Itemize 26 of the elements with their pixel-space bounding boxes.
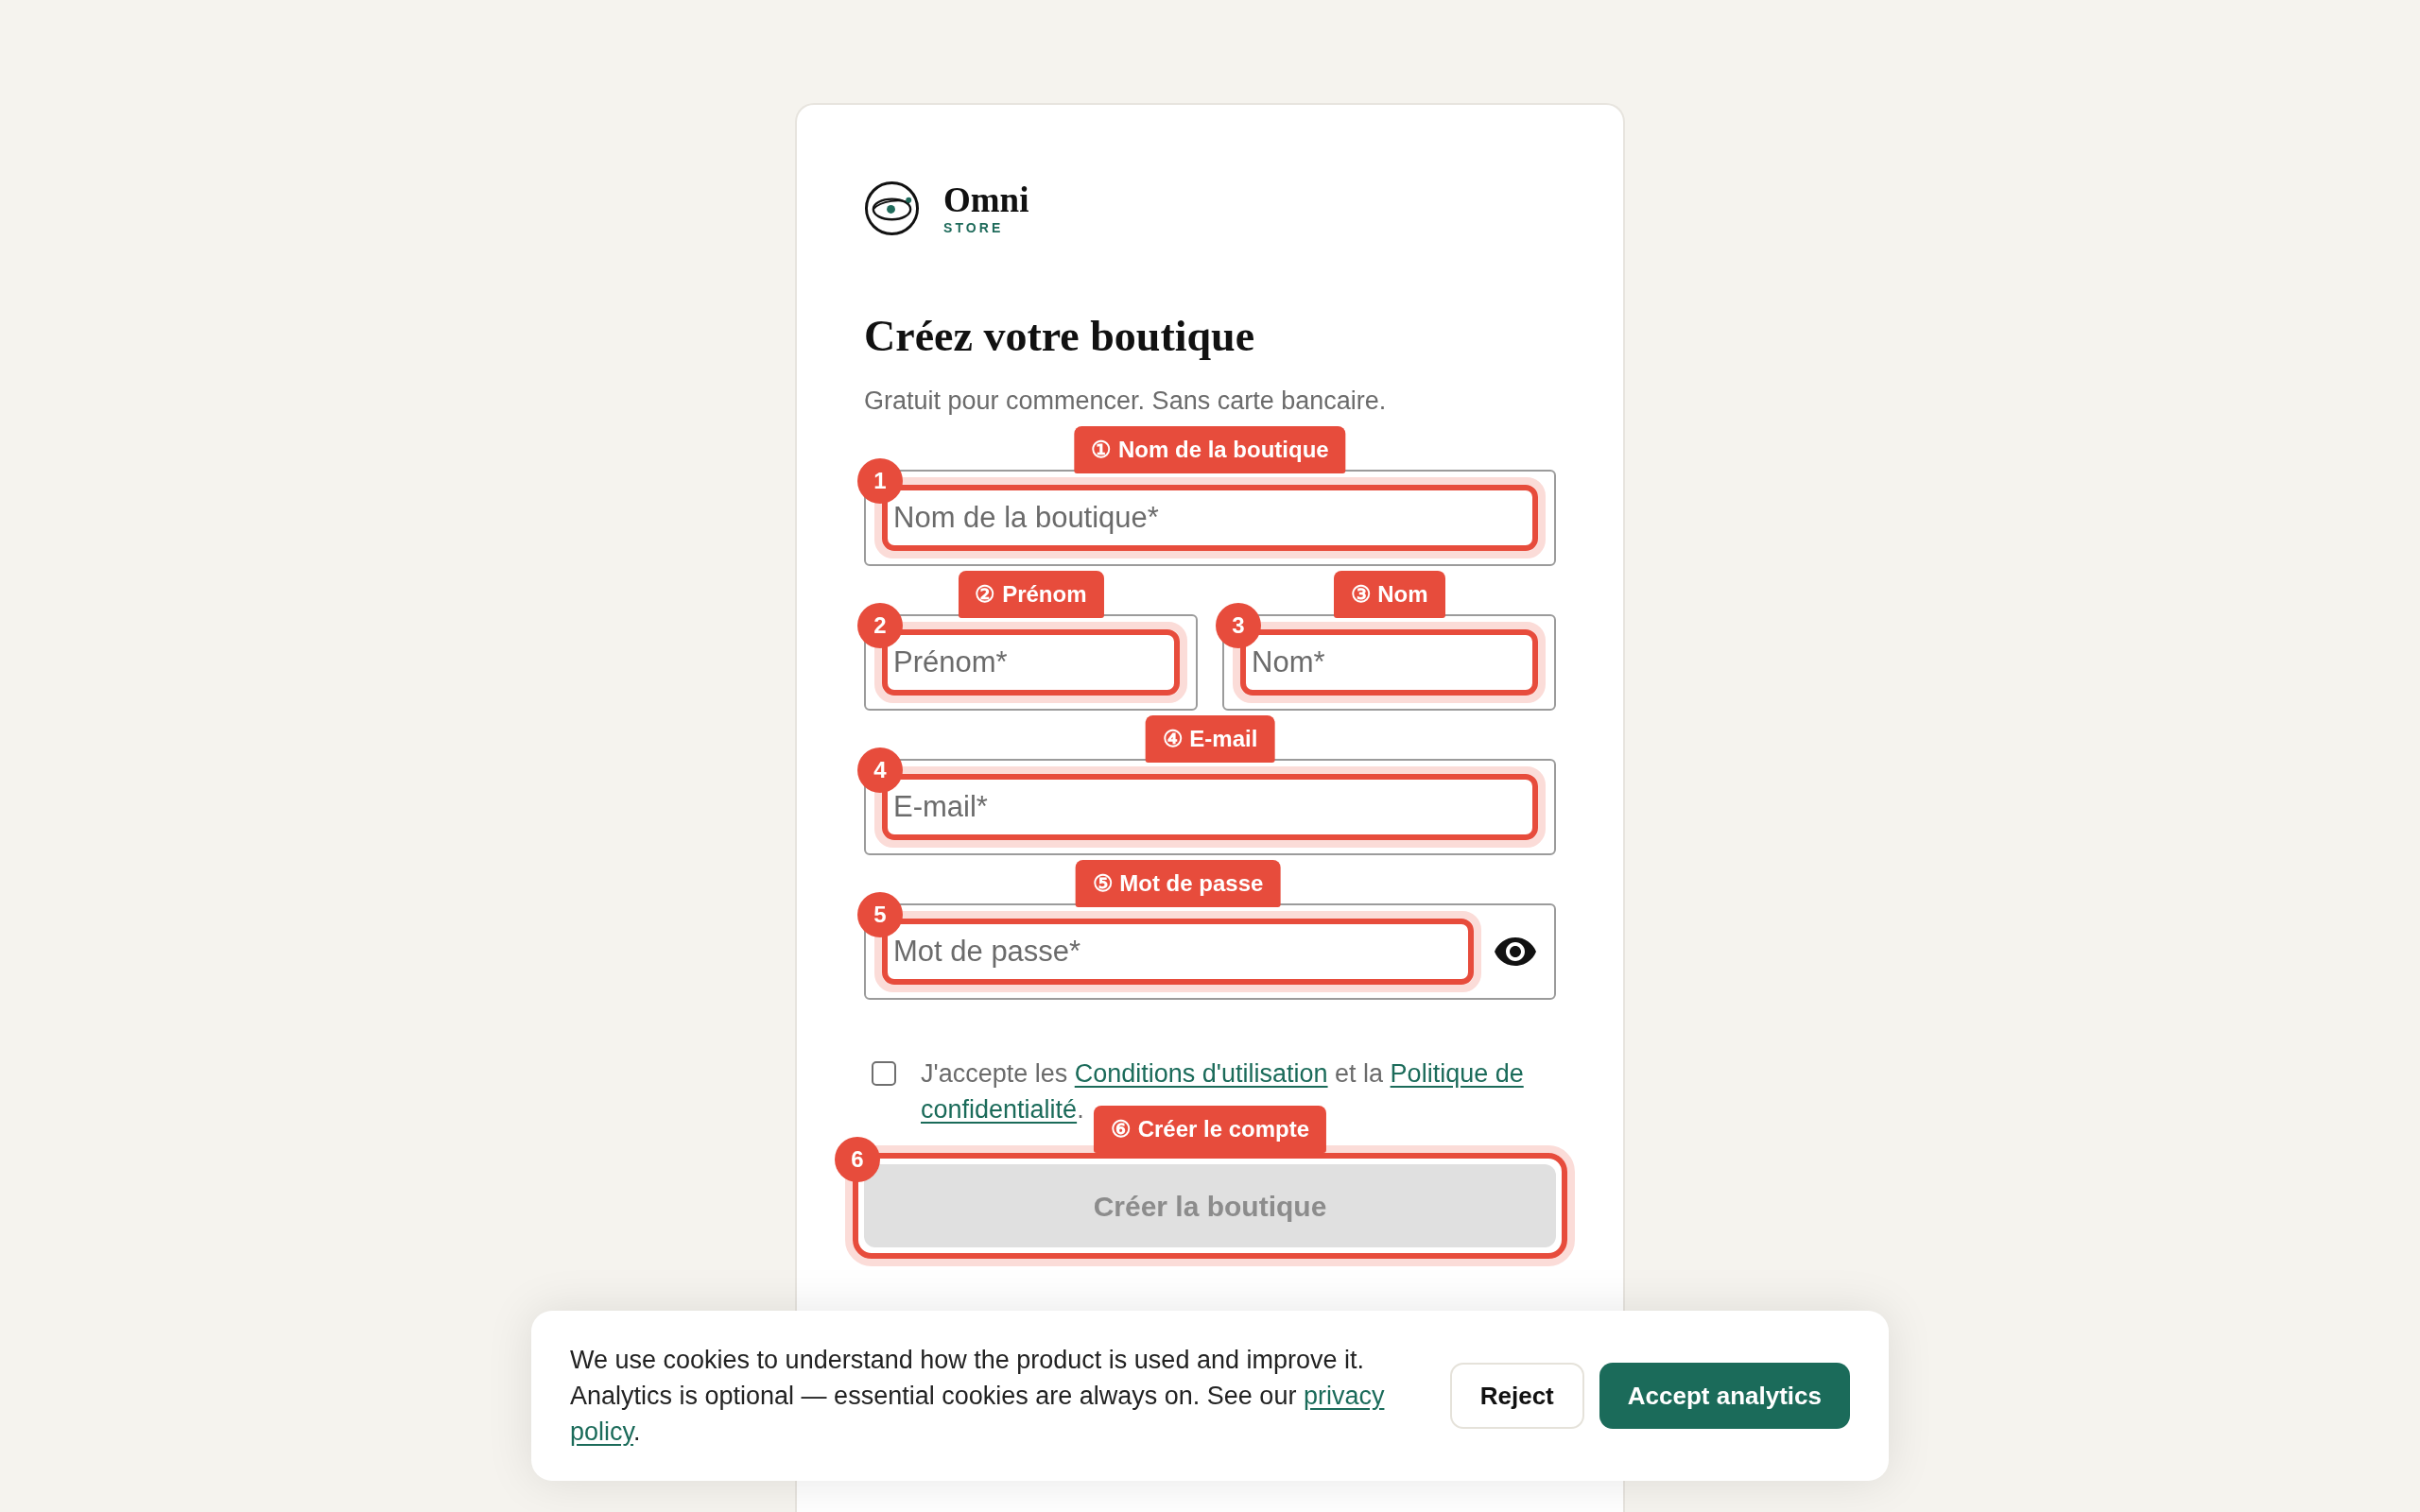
step-label-tooltip: ② Prénom — [958, 571, 1104, 618]
text-link[interactable]: Politique de — [1390, 1059, 1524, 1088]
step-label-tooltip: ① Nom de la boutique — [1074, 426, 1346, 473]
text-link[interactable]: privacy — [1303, 1382, 1385, 1410]
page-subtitle: Gratuit pour commencer. Sans carte bancaire. — [864, 386, 1388, 417]
cookie-notice-text: We use cookies to understand how the product is used and improve it. Analytics is optional — essential cookies are always on. See our privacy policy. — [570, 1345, 1386, 1448]
step-label-tooltip: ⑤ Mot de passe — [1075, 860, 1281, 907]
step-number-badge: 3 — [1216, 603, 1261, 648]
step-number-badge: 1 — [857, 458, 903, 504]
text-link[interactable]: policy — [570, 1418, 634, 1446]
step-number-badge: 6 — [835, 1137, 880, 1182]
step-number-badge: 2 — [857, 603, 903, 648]
consent-checkbox[interactable] — [872, 1061, 896, 1086]
reject-button[interactable]: Reject — [1449, 1363, 1584, 1429]
logo-icon — [864, 180, 920, 236]
step-number-badge: 5 — [857, 892, 903, 937]
text-link[interactable]: confidentialité — [921, 1095, 1078, 1124]
brand-tagline: STORE — [943, 219, 1005, 235]
step-label-tooltip: ③ Nom — [1333, 571, 1445, 618]
step-number-badge: 4 — [857, 747, 903, 793]
eye-icon[interactable] — [1495, 937, 1536, 966]
page-heading: Créez votre boutique — [864, 311, 1256, 362]
step-label-tooltip: ④ E-mail — [1145, 715, 1275, 763]
text-link[interactable]: Conditions d'utilisation — [1074, 1059, 1328, 1088]
accept-button[interactable]: Accept analytics — [1599, 1363, 1850, 1429]
brand-name: Omni — [943, 181, 1029, 218]
